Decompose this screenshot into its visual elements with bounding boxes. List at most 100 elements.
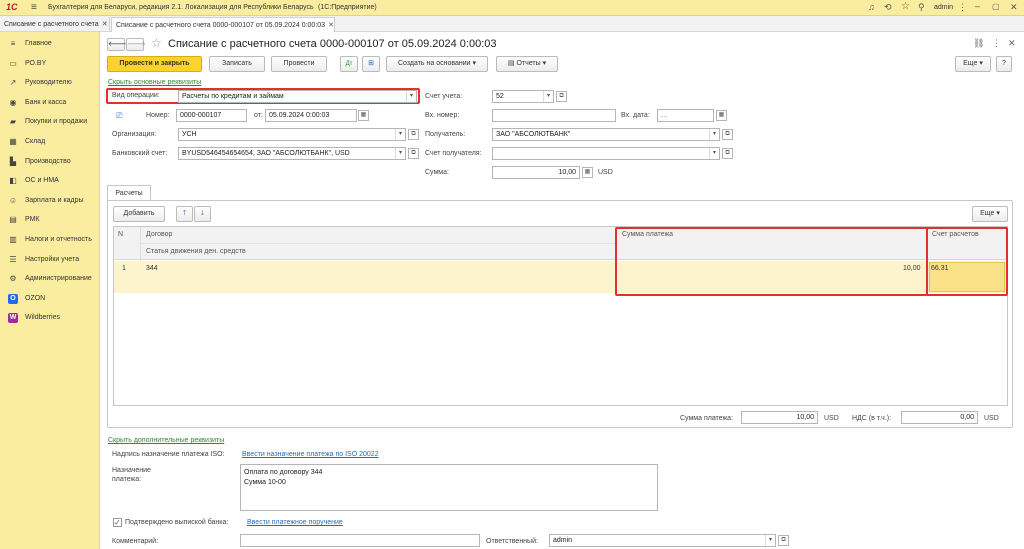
maximize-icon[interactable]: ▢ — [992, 2, 1000, 11]
purpose-textarea[interactable]: Оплата по договору 344 Сумма 10-00 — [240, 464, 658, 511]
hide-main-details-link[interactable]: Скрыть основные реквизиты — [108, 79, 201, 86]
sidebar-item-gear[interactable]: ⚙ Администрирование — [0, 269, 100, 289]
close-form-icon[interactable]: ✕ — [1008, 38, 1016, 49]
recipient-field[interactable]: ЗАО "АБСОЛЮТБАНК" ▾ — [492, 128, 720, 141]
chevron-down-icon[interactable]: ▾ — [709, 129, 719, 140]
calendar-icon[interactable]: ▦ — [716, 110, 727, 121]
sidebar-item-warehouse[interactable]: ▦ Склад — [0, 132, 100, 152]
sidebar-item-wildberries[interactable]: W Wildberries — [0, 308, 100, 328]
sidebar-item-settings[interactable]: ☰ Настройки учета — [0, 250, 100, 270]
account-field[interactable]: 52 ▾ — [492, 90, 554, 103]
sidebar-item-cash-register[interactable]: ▤ РМК — [0, 210, 100, 230]
bank-account-field[interactable]: BYUSD546454654654, ЗАО "АБСОЛЮТБАНК", US… — [178, 147, 406, 160]
sidebar-item-label: Wildberries — [25, 314, 61, 322]
chevron-down-icon[interactable]: ▾ — [406, 91, 416, 102]
sidebar-item-bank[interactable]: ◉ Банк и касса — [0, 93, 100, 113]
recipient-account-field[interactable]: ▾ — [492, 147, 720, 160]
print-movements-icon[interactable]: Дт — [340, 56, 358, 72]
reports-button[interactable]: ▤ Отчеты ▾ — [496, 56, 558, 72]
row-divider — [141, 243, 617, 244]
more-button[interactable]: Еще ▾ — [955, 56, 991, 72]
sidebar-item-people[interactable]: ☺ Зарплата и кадры — [0, 191, 100, 211]
total-amount-label: Сумма платежа: — [680, 415, 734, 422]
in-date-field[interactable]: . . — [657, 109, 714, 122]
search-icon[interactable]: ⚲ — [918, 2, 925, 13]
ozon-icon: O — [8, 293, 18, 304]
recipient-value: ЗАО "АБСОЛЮТБАНК" — [496, 131, 571, 138]
link-icon[interactable]: ⛓ — [973, 38, 984, 49]
date-field[interactable]: 05.09.2024 0:00:03 — [265, 109, 357, 122]
open-icon[interactable]: ⧉ — [408, 148, 419, 159]
minimize-icon[interactable]: – — [975, 1, 980, 11]
close-icon[interactable]: ✕ — [1010, 2, 1018, 13]
history-icon[interactable]: ⟲ — [884, 2, 892, 13]
title-bar: 1С ≡ Бухгалтерия для Беларуси, редакция … — [0, 0, 1024, 16]
gear-icon: ⚙ — [9, 274, 17, 284]
back-button[interactable]: 🡐 — [107, 38, 127, 51]
open-icon[interactable]: ⧉ — [556, 91, 567, 102]
confirmed-checkbox[interactable]: ✓ — [113, 518, 122, 527]
hamburger-icon[interactable]: ≡ — [31, 2, 37, 13]
table-more-button[interactable]: Еще ▾ — [972, 206, 1008, 222]
sidebar-item-label: OZON — [25, 294, 46, 302]
hide-extra-details-link[interactable]: Скрыть дополнительные реквизиты — [108, 437, 224, 444]
sidebar-item-assets[interactable]: ◧ ОС и НМА — [0, 171, 100, 191]
sidebar-item-taxes[interactable]: ▥ Налоги и отчетность — [0, 230, 100, 250]
move-up-button[interactable]: 🡑 — [176, 206, 193, 222]
add-row-button[interactable]: Добавить — [113, 206, 165, 222]
create-based-on-button[interactable]: Создать на основании ▾ — [386, 56, 488, 72]
chevron-down-icon[interactable]: ▾ — [543, 91, 553, 102]
sum-field[interactable]: 10,00 — [492, 166, 580, 179]
sidebar-item-ro[interactable]: ▭ РО.BY — [0, 54, 100, 74]
vat-label: НДС (в т.ч.): — [852, 415, 892, 422]
post-and-close-button[interactable]: Провести и закрыть — [107, 56, 202, 72]
operation-select[interactable]: Расчеты по кредитам и займам ▾ — [178, 90, 417, 103]
scan-icon[interactable]: ⎚ — [116, 111, 122, 121]
more-menu-icon[interactable]: ⋮ — [958, 2, 967, 13]
open-icon[interactable]: ⧉ — [408, 129, 419, 140]
sidebar-item-ozon[interactable]: O OZON — [0, 289, 100, 309]
sidebar-item-cart[interactable]: ▰ Покупки и продажи — [0, 112, 100, 132]
total-amount-field: 10,00 — [741, 411, 818, 424]
number-label: Номер: — [146, 112, 170, 119]
bell-icon[interactable]: ♫ — [868, 2, 875, 12]
close-icon[interactable]: ✕ — [328, 22, 334, 29]
save-button[interactable]: Записать — [209, 56, 265, 72]
open-icon[interactable]: ⧉ — [778, 535, 789, 546]
structure-icon[interactable]: ⊞ — [362, 56, 380, 72]
forward-button[interactable]: 🡒 — [126, 38, 146, 51]
favorite-star-icon[interactable]: ☆ — [151, 36, 162, 50]
sidebar-item-menu[interactable]: ≡ Главное — [0, 34, 100, 54]
chevron-down-icon[interactable]: ▾ — [765, 535, 775, 546]
calendar-icon[interactable]: ▦ — [358, 110, 369, 121]
sidebar-item-chart[interactable]: ↗ Руководителю — [0, 73, 100, 93]
col-number: N — [118, 231, 124, 238]
chevron-down-icon[interactable]: ▾ — [709, 148, 719, 159]
user-name[interactable]: admin — [934, 4, 953, 11]
comment-field[interactable] — [240, 534, 480, 547]
more-vert-icon[interactable]: ⋮ — [992, 38, 1001, 49]
open-icon[interactable]: ⧉ — [722, 148, 733, 159]
tab-payments-list[interactable]: Списание с расчетного счета ✕ — [0, 17, 110, 32]
move-down-button[interactable]: 🡓 — [194, 206, 211, 222]
post-button[interactable]: Провести — [271, 56, 327, 72]
sidebar-item-factory[interactable]: ▙ Производство — [0, 152, 100, 172]
number-field[interactable]: 0000-000107 — [176, 109, 247, 122]
chevron-down-icon[interactable]: ▾ — [395, 148, 405, 159]
help-button[interactable]: ? — [996, 56, 1012, 72]
sidebar-item-label: Налоги и отчетность — [25, 236, 92, 243]
responsible-field[interactable]: admin ▾ — [549, 534, 776, 547]
organization-field[interactable]: УСН ▾ — [178, 128, 406, 141]
tab-payments[interactable]: Расчеты — [107, 185, 151, 201]
row-contract[interactable]: 344 — [146, 265, 158, 272]
in-number-field[interactable] — [492, 109, 616, 122]
chevron-down-icon[interactable]: ▾ — [395, 129, 405, 140]
close-icon[interactable]: ✕ — [102, 21, 108, 28]
in-date-value: . . — [661, 112, 667, 119]
open-icon[interactable]: ⧉ — [722, 129, 733, 140]
tab-payment-document[interactable]: Списание с расчетного счета 0000-000107 … — [111, 17, 335, 32]
payment-order-link[interactable]: Ввести платежное поручение — [247, 519, 343, 526]
calculator-icon[interactable]: ▦ — [582, 167, 593, 178]
star-icon[interactable]: ☆ — [901, 1, 910, 12]
iso-purpose-link[interactable]: Ввести назначение платежа по ISO 20022 — [242, 451, 379, 458]
